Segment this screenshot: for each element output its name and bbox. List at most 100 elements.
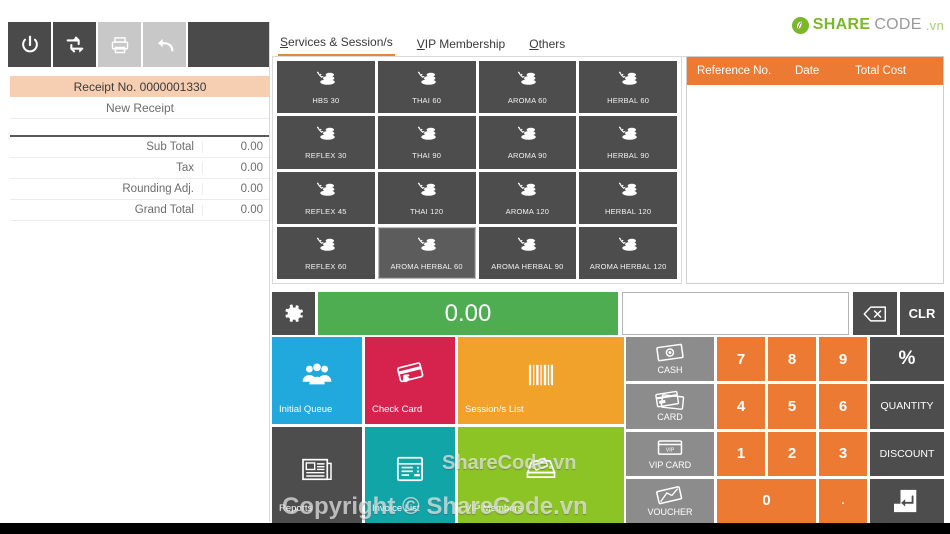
column-header-reference-no: Reference No. bbox=[697, 65, 772, 77]
tile-label: Session/s List bbox=[465, 404, 524, 415]
power-button[interactable] bbox=[8, 22, 51, 67]
tab-vip-membership[interactable]: VIP Membership bbox=[415, 37, 508, 56]
tile-reports[interactable]: Reports bbox=[272, 427, 362, 523]
keypad-panel: CASH 7 8 9 % CARD 4 5 6 QUANTITY VIP VIP… bbox=[626, 337, 944, 523]
spa-stones-icon bbox=[615, 235, 641, 260]
service-button-reflex-45[interactable]: REFLEX 45 bbox=[277, 171, 375, 224]
table-row: Tax 0.00 bbox=[10, 158, 270, 179]
payment-label: VOUCHER bbox=[647, 506, 693, 517]
spa-stones-icon bbox=[313, 180, 339, 205]
services-panel: HBS 30 THAI 60 AROMA 60 HERBAL 60 REFLEX 30 T… bbox=[272, 56, 682, 284]
key-8[interactable]: 8 bbox=[768, 337, 816, 382]
power-icon bbox=[21, 35, 38, 52]
spa-stones-icon bbox=[414, 69, 440, 94]
tile-label: Invoice List bbox=[372, 503, 420, 514]
card-button[interactable]: CARD bbox=[626, 384, 714, 429]
tile-invoice-list[interactable]: Invoice List bbox=[365, 427, 455, 523]
invoice-icon bbox=[395, 455, 425, 483]
service-label: REFLEX 30 bbox=[305, 151, 347, 161]
action-tiles: Initial Queue Check Card Session/s List … bbox=[272, 337, 624, 523]
service-label: AROMA HERBAL 60 bbox=[390, 261, 463, 271]
svg-text:VIP: VIP bbox=[666, 447, 675, 453]
key-decimal[interactable]: . bbox=[819, 478, 867, 523]
voucher-button[interactable]: VOUCHER bbox=[626, 478, 714, 523]
spa-stones-icon bbox=[615, 180, 641, 205]
cash-button[interactable]: CASH bbox=[626, 337, 714, 382]
service-label: AROMA 60 bbox=[507, 96, 547, 106]
service-button-aroma-90[interactable]: AROMA 90 bbox=[478, 116, 577, 169]
enter-button[interactable] bbox=[870, 478, 944, 523]
receipt-items-header bbox=[10, 119, 270, 137]
tax-value: 0.00 bbox=[202, 162, 270, 174]
key-5[interactable]: 5 bbox=[768, 384, 816, 429]
key-3[interactable]: 3 bbox=[819, 431, 867, 476]
rounding-adj-value: 0.00 bbox=[202, 183, 270, 195]
tab-others[interactable]: Others bbox=[527, 37, 567, 56]
service-button-thai-60[interactable]: THAI 60 bbox=[377, 61, 476, 114]
toolbar-spacer bbox=[188, 22, 270, 67]
logo-text-vn: .vn bbox=[925, 17, 944, 33]
receipt-totals: Sub Total 0.00 Tax 0.00 Rounding Adj. 0.… bbox=[10, 137, 270, 221]
key-9[interactable]: 9 bbox=[819, 337, 867, 382]
service-button-hbs-30[interactable]: HBS 30 bbox=[277, 61, 375, 114]
refresh-button[interactable] bbox=[53, 22, 96, 67]
key-1[interactable]: 1 bbox=[717, 431, 765, 476]
tab-services-sessions[interactable]: Services & Session/s bbox=[278, 35, 395, 56]
tile-sessions-list[interactable]: Session/s List bbox=[458, 337, 624, 424]
key-6[interactable]: 6 bbox=[819, 384, 867, 429]
key-0[interactable]: 0 bbox=[717, 478, 816, 523]
service-button-thai-90[interactable]: THAI 90 bbox=[377, 116, 476, 169]
tab-label: ervices & Session/s bbox=[288, 35, 393, 49]
service-button-herbal-120[interactable]: HERBAL 120 bbox=[579, 171, 677, 224]
service-button-reflex-30[interactable]: REFLEX 30 bbox=[277, 116, 375, 169]
service-button-herbal-90[interactable]: HERBAL 90 bbox=[579, 116, 677, 169]
discount-button[interactable]: DISCOUNT bbox=[870, 431, 944, 476]
spa-stones-icon bbox=[414, 124, 440, 149]
service-button-aroma-herbal-120[interactable]: AROMA HERBAL 120 bbox=[579, 226, 677, 279]
spa-stones-icon bbox=[514, 180, 540, 205]
service-button-aroma-120[interactable]: AROMA 120 bbox=[478, 171, 577, 224]
service-button-aroma-herbal-60[interactable]: AROMA HERBAL 60 bbox=[377, 226, 476, 279]
backspace-icon bbox=[863, 305, 887, 322]
grand-total-label: Grand Total bbox=[134, 204, 194, 216]
service-label: AROMA 90 bbox=[507, 151, 547, 161]
right-edge-spacer bbox=[946, 0, 950, 523]
panel-divider bbox=[269, 22, 270, 522]
barcode-icon bbox=[526, 362, 556, 388]
enter-icon bbox=[894, 489, 917, 513]
receipt-status-label: New Receipt bbox=[10, 97, 270, 119]
undo-icon bbox=[157, 38, 173, 52]
key-2[interactable]: 2 bbox=[768, 431, 816, 476]
vip-card-button[interactable]: VIP VIP CARD bbox=[626, 431, 714, 476]
service-button-herbal-60[interactable]: HERBAL 60 bbox=[579, 61, 677, 114]
sub-total-label: Sub Total bbox=[146, 141, 194, 153]
vip-card-icon: VIP bbox=[657, 439, 683, 455]
reference-list-body[interactable] bbox=[687, 85, 943, 283]
service-button-thai-120[interactable]: THAI 120 bbox=[377, 171, 476, 224]
receipt-item-list[interactable] bbox=[10, 223, 270, 521]
people-group-icon bbox=[300, 361, 334, 389]
key-4[interactable]: 4 bbox=[717, 384, 765, 429]
gear-icon bbox=[284, 303, 303, 322]
tile-initial-queue[interactable]: Initial Queue bbox=[272, 337, 362, 424]
tile-vip-members[interactable]: VIP Members bbox=[458, 427, 624, 523]
service-label: HBS 30 bbox=[312, 96, 340, 106]
tile-check-card[interactable]: Check Card bbox=[365, 337, 455, 424]
service-button-aroma-herbal-90[interactable]: AROMA HERBAL 90 bbox=[478, 226, 577, 279]
tax-label: Tax bbox=[176, 162, 194, 174]
entry-input[interactable] bbox=[622, 292, 849, 335]
percent-button[interactable]: % bbox=[870, 337, 944, 382]
key-7[interactable]: 7 bbox=[717, 337, 765, 382]
tab-accel-key: S bbox=[280, 35, 289, 49]
table-row: Rounding Adj. 0.00 bbox=[10, 179, 270, 200]
service-button-reflex-60[interactable]: REFLEX 60 bbox=[277, 226, 375, 279]
clear-button[interactable]: CLR bbox=[900, 292, 944, 335]
backspace-button[interactable] bbox=[853, 292, 897, 335]
undo-button bbox=[143, 22, 186, 67]
service-label: AROMA 120 bbox=[505, 206, 550, 216]
spa-stones-icon bbox=[514, 235, 540, 260]
tab-accel-key: V bbox=[416, 37, 425, 51]
service-button-aroma-60[interactable]: AROMA 60 bbox=[478, 61, 577, 114]
settings-button[interactable] bbox=[272, 292, 315, 335]
quantity-button[interactable]: QUANTITY bbox=[870, 384, 944, 429]
